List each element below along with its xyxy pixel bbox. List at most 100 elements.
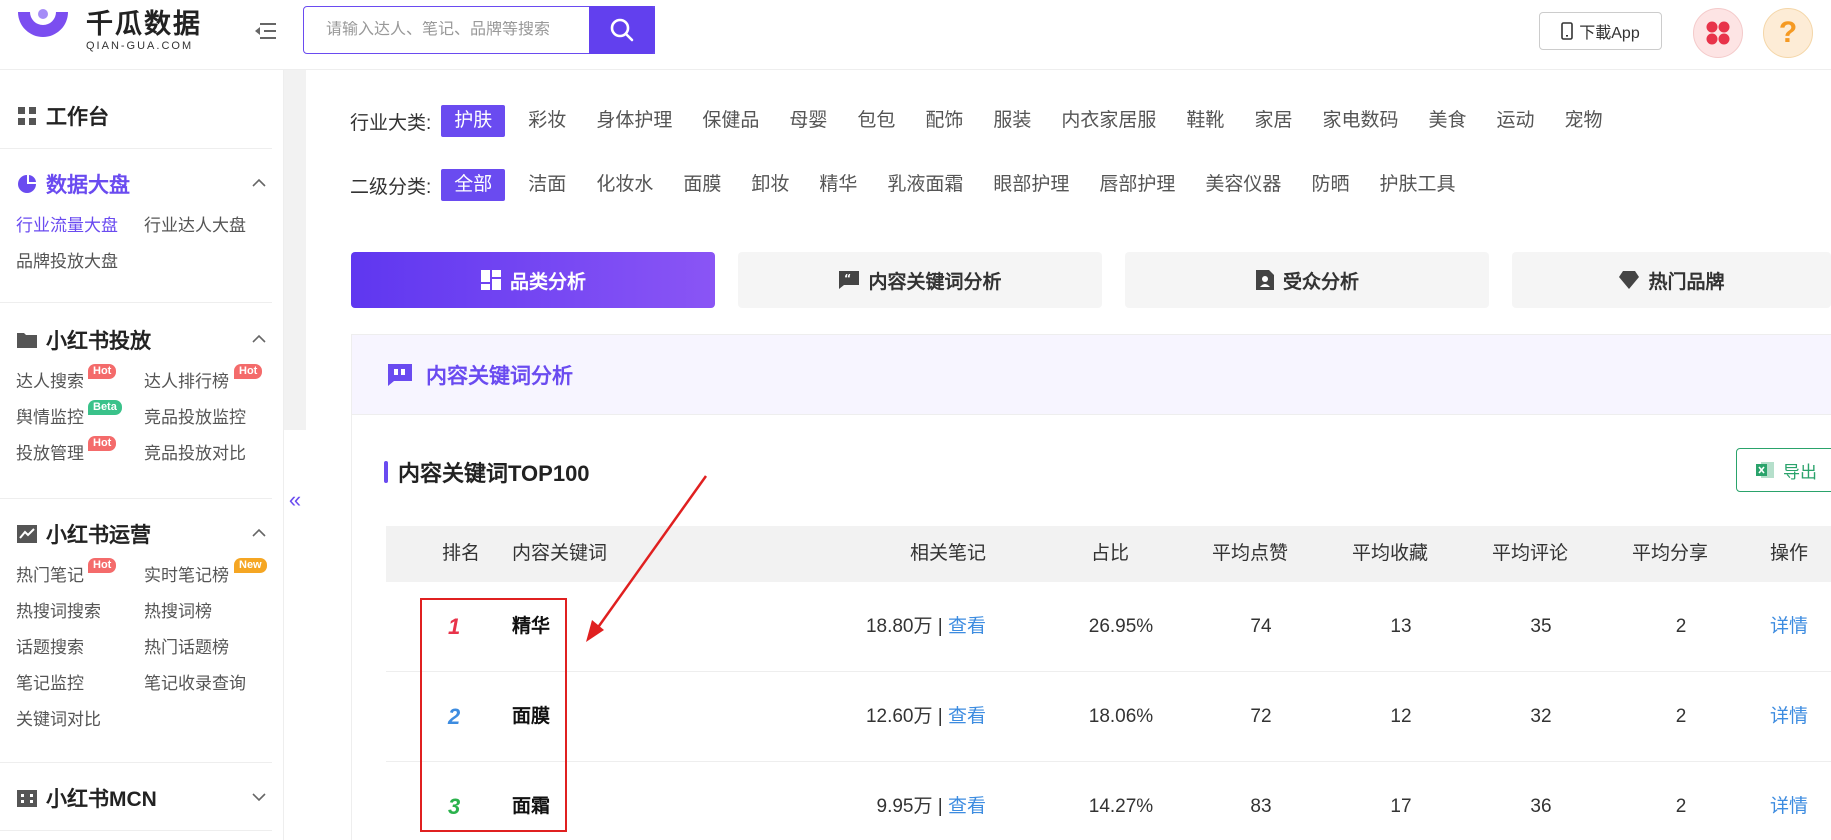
notes-cell: 12.60万 | 查看: [786, 672, 986, 762]
apps-icon: [1706, 21, 1730, 45]
industry-option[interactable]: 母婴: [774, 105, 842, 137]
subcategory-option[interactable]: 护肤工具: [1364, 169, 1470, 201]
subcategory-option[interactable]: 唇部护理: [1084, 169, 1190, 201]
subcategory-option[interactable]: 面膜: [668, 169, 736, 201]
col-avg-shares: 平均分享: [1632, 543, 1709, 564]
industry-option[interactable]: 内衣家居服: [1046, 105, 1171, 137]
sidebar-item-industry-traffic[interactable]: 行业流量大盘: [16, 212, 144, 240]
hot-badge: Hot: [88, 436, 117, 451]
sidebar-item-hot-notes[interactable]: 热门笔记 Hot: [16, 558, 144, 590]
sidebar-item-placement-management[interactable]: 投放管理 Hot: [16, 436, 144, 468]
sidebar-item-label: 行业流量大盘: [16, 216, 118, 235]
industry-option[interactable]: 护肤: [441, 105, 506, 137]
sidebar-section-xhs-operations[interactable]: 小红书运营: [0, 514, 284, 554]
sidebar-item-hot-topics[interactable]: 热门话题榜: [144, 634, 284, 662]
export-button[interactable]: 导出: [1736, 448, 1831, 492]
ratio-cell: 14.27%: [1088, 796, 1154, 817]
sidebar-item-influencer-search[interactable]: 达人搜索 Hot: [16, 364, 144, 396]
sidebar-item-label: 实时笔记榜: [144, 566, 229, 585]
separator: |: [932, 706, 948, 727]
industry-option[interactable]: 运动: [1481, 105, 1549, 137]
sidebar-item-label: 竞品投放对比: [144, 444, 246, 463]
sidebar-item-note-monitor[interactable]: 笔记监控: [16, 670, 144, 698]
view-notes-link[interactable]: 查看: [948, 616, 986, 637]
detail-link[interactable]: 详情: [1770, 582, 1808, 672]
view-notes-link[interactable]: 查看: [948, 706, 986, 727]
download-app-button[interactable]: 下載App: [1539, 12, 1662, 50]
industry-option[interactable]: 家电数码: [1307, 105, 1413, 137]
avg-shares-cell: 2: [1675, 706, 1687, 727]
industry-option[interactable]: 身体护理: [581, 105, 687, 137]
beta-badge: Beta: [88, 400, 122, 415]
col-keyword: 内容关键词: [512, 543, 608, 564]
subcategory-option[interactable]: 卸妆: [736, 169, 804, 201]
sidebar-section-data-dashboard[interactable]: 数据大盘: [0, 164, 284, 204]
menu-collapse-icon[interactable]: [254, 20, 278, 42]
sidebar-item-competitor-monitor[interactable]: 竞品投放监控: [144, 404, 284, 432]
subcategory-option[interactable]: 眼部护理: [978, 169, 1084, 201]
industry-option[interactable]: 家居: [1239, 105, 1307, 137]
chevron-down-icon[interactable]: [250, 788, 268, 806]
sidebar-item-keyword-compare[interactable]: 关键词对比: [16, 706, 144, 734]
col-rank: 排名: [442, 543, 481, 564]
subcategory-option[interactable]: 洁面: [513, 169, 581, 201]
sidebar-item-hot-search-ranking[interactable]: 热搜词榜: [144, 598, 284, 626]
industry-option[interactable]: 彩妆: [513, 105, 581, 137]
sidebar-item-realtime-notes[interactable]: 实时笔记榜 New: [144, 558, 284, 590]
col-avg-collects: 平均收藏: [1352, 543, 1429, 564]
subcategory-option[interactable]: 精华: [804, 169, 872, 201]
top100-title: 内容关键词TOP100: [398, 461, 590, 486]
tab-keyword-analysis[interactable]: “ 内容关键词分析: [738, 252, 1102, 308]
search-button[interactable]: [589, 6, 655, 54]
logo[interactable]: 千瓜数据 QIAN-GUA.COM: [14, 8, 202, 53]
sidebar-item-influencer-ranking[interactable]: 达人排行榜 Hot: [144, 364, 284, 396]
industry-option[interactable]: 鞋靴: [1171, 105, 1239, 137]
quote-bubble-icon: “: [839, 271, 860, 289]
sidebar-scrollbar[interactable]: [284, 70, 306, 430]
notes-cell: 9.95万 | 查看: [786, 762, 987, 840]
sidebar-item-hot-search[interactable]: 热搜词搜索: [16, 598, 144, 626]
sidebar-section-xhs-placement[interactable]: 小红书投放: [0, 320, 284, 360]
sidebar-item-industry-influencer[interactable]: 行业达人大盘: [144, 212, 284, 240]
sidebar-collapse-icon[interactable]: «: [284, 470, 306, 530]
industry-option[interactable]: 包包: [842, 105, 910, 137]
tab-audience-analysis[interactable]: 受众分析: [1125, 252, 1489, 308]
sidebar-item-label: 热门笔记: [16, 566, 84, 585]
detail-link[interactable]: 详情: [1770, 672, 1808, 762]
sidebar-item-brand-placement[interactable]: 品牌投放大盘: [16, 248, 144, 276]
tab-category-analysis[interactable]: 品类分析: [351, 252, 715, 308]
industry-option[interactable]: 服装: [978, 105, 1046, 137]
subcategory-option[interactable]: 美容仪器: [1190, 169, 1296, 201]
apps-button[interactable]: [1693, 8, 1743, 58]
sidebar-workbench[interactable]: 工作台: [0, 96, 284, 136]
tab-hot-brands[interactable]: 热门品牌: [1512, 252, 1831, 308]
view-notes-link[interactable]: 查看: [948, 796, 986, 817]
new-badge: New: [234, 558, 267, 573]
sidebar-section-title: 小红书运营: [46, 524, 151, 547]
chevron-up-icon[interactable]: [250, 524, 268, 542]
help-button[interactable]: ?: [1763, 8, 1813, 58]
ratio-cell: 18.06%: [1088, 706, 1154, 727]
sidebar-item-note-index-query[interactable]: 笔记收录查询: [144, 670, 284, 698]
detail-link[interactable]: 详情: [1770, 762, 1808, 840]
subcategory-option[interactable]: 乳液面霜: [872, 169, 978, 201]
avg-likes-cell: 74: [1250, 616, 1272, 637]
tab-label: 热门品牌: [1648, 271, 1725, 293]
subcategory-option[interactable]: 化妆水: [581, 169, 668, 201]
sidebar-item-topic-search[interactable]: 话题搜索: [16, 634, 144, 662]
chevron-up-icon[interactable]: [250, 330, 268, 348]
sidebar-item-sentiment-monitor[interactable]: 舆情监控 Beta: [16, 400, 144, 432]
chevron-up-icon[interactable]: [250, 174, 268, 192]
notes-count: 9.95万: [876, 796, 933, 817]
quote-bubble-icon: [388, 363, 412, 386]
industry-option[interactable]: 宠物: [1550, 105, 1618, 137]
industry-option[interactable]: 美食: [1413, 105, 1481, 137]
subcategory-option[interactable]: 全部: [441, 169, 506, 201]
tab-label: 品类分析: [509, 271, 586, 293]
industry-option[interactable]: 配饰: [910, 105, 978, 137]
sidebar-item-competitor-compare[interactable]: 竞品投放对比: [144, 440, 284, 468]
subcategory-option[interactable]: 防晒: [1296, 169, 1364, 201]
col-action: 操作: [1770, 543, 1809, 564]
industry-option[interactable]: 保健品: [687, 105, 774, 137]
sidebar-section-xhs-mcn[interactable]: 小红书MCN: [0, 778, 284, 818]
